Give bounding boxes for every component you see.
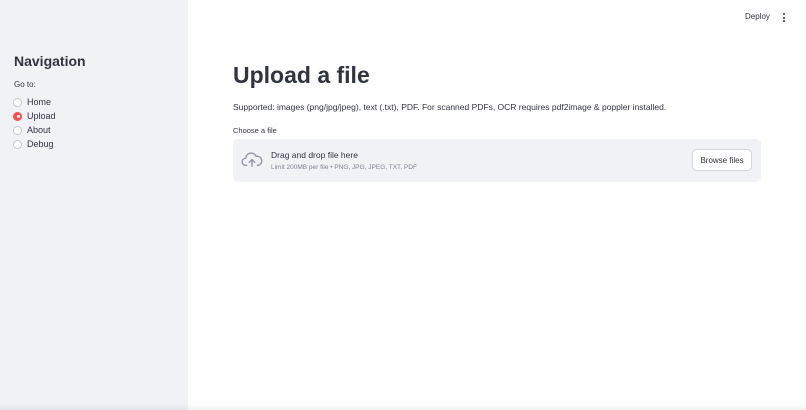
radio-button[interactable]	[13, 97, 22, 107]
kebab-menu-icon[interactable]	[779, 12, 789, 23]
deploy-button[interactable]: Deploy	[745, 12, 770, 21]
file-dropzone[interactable]: Drag and drop file here Limit 200MB per …	[233, 139, 761, 182]
radio-option-debug[interactable]: Debug	[13, 137, 56, 151]
bottom-shadow	[0, 404, 806, 410]
sidebar: Navigation Go to: Home Upload About Debu…	[0, 0, 188, 410]
sidebar-title: Navigation	[14, 53, 86, 69]
radio-option-label: Home	[27, 97, 52, 107]
dropzone-title: Drag and drop file here	[271, 150, 358, 160]
page-title: Upload a file	[233, 62, 370, 88]
radio-button[interactable]	[13, 139, 22, 149]
cloud-upload-icon	[241, 152, 263, 168]
navigation-radio-group: Home Upload About Debug	[13, 95, 56, 151]
dropzone-limit-text: Limit 200MB per file • PNG, JPG, JPEG, T…	[271, 164, 417, 171]
radio-option-upload[interactable]: Upload	[13, 109, 56, 123]
browse-files-button[interactable]: Browse files	[692, 149, 752, 171]
radio-button-selected[interactable]	[13, 111, 22, 121]
radio-option-label: About	[27, 125, 51, 135]
radio-button[interactable]	[13, 125, 22, 135]
uploader-label: Choose a file	[233, 126, 277, 135]
radio-group-label: Go to:	[14, 80, 36, 89]
radio-option-label: Upload	[27, 111, 56, 121]
radio-option-about[interactable]: About	[13, 123, 56, 137]
radio-option-label: Debug	[27, 139, 54, 149]
supported-formats-text: Supported: images (png/jpg/jpeg), text (…	[233, 102, 667, 112]
radio-option-home[interactable]: Home	[13, 95, 56, 109]
